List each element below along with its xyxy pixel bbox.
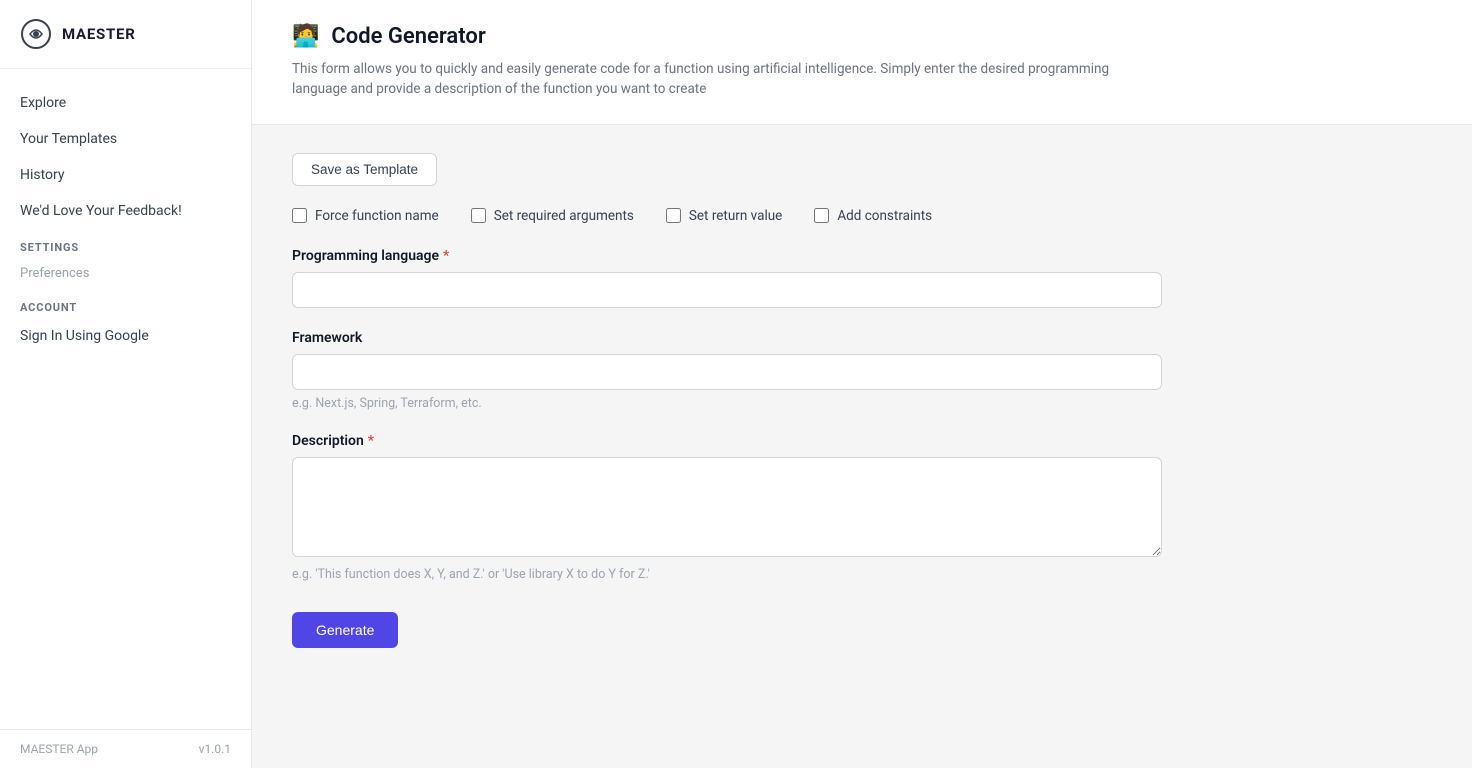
programming-language-label: Programming language *	[292, 248, 1432, 264]
page-header-title-row: 🧑‍💻 Code Generator	[292, 24, 1432, 49]
sidebar-item-history[interactable]: History	[0, 157, 251, 193]
programming-language-required-star: *	[443, 248, 449, 264]
page-description: This form allows you to quickly and easi…	[292, 59, 1162, 100]
checkbox-add-constraints-label: Add constraints	[837, 208, 932, 224]
page-body: Save as Template Force function name Set…	[252, 125, 1472, 676]
sidebar-item-your-templates[interactable]: Your Templates	[0, 121, 251, 157]
sidebar: MAESTER Explore Your Templates History W…	[0, 0, 252, 768]
sidebar-item-sign-in-google[interactable]: Sign In Using Google	[0, 318, 251, 354]
main-content: 🧑‍💻 Code Generator This form allows you …	[252, 0, 1472, 768]
checkbox-set-return-value-input[interactable]	[666, 208, 681, 223]
page-title: Code Generator	[331, 24, 485, 49]
save-template-button[interactable]: Save as Template	[292, 153, 437, 186]
sidebar-logo: MAESTER	[0, 0, 251, 69]
checkbox-force-function-name-label: Force function name	[315, 208, 439, 224]
footer-version: v1.0.1	[199, 742, 231, 756]
checkbox-force-function-name-input[interactable]	[292, 208, 307, 223]
header-emoji: 🧑‍💻	[292, 24, 319, 49]
framework-hint: e.g. Next.js, Spring, Terraform, etc.	[292, 396, 1432, 411]
description-textarea[interactable]	[292, 457, 1162, 557]
checkbox-add-constraints-input[interactable]	[814, 208, 829, 223]
checkbox-set-required-arguments[interactable]: Set required arguments	[471, 208, 634, 224]
checkbox-force-function-name[interactable]: Force function name	[292, 208, 439, 224]
maester-logo-icon	[20, 18, 52, 50]
sidebar-item-preferences[interactable]: Preferences	[0, 258, 251, 289]
page-header: 🧑‍💻 Code Generator This form allows you …	[252, 0, 1472, 125]
programming-language-input[interactable]	[292, 272, 1162, 308]
checkbox-set-required-arguments-label: Set required arguments	[494, 208, 634, 224]
checkbox-set-return-value-label: Set return value	[689, 208, 782, 224]
programming-language-field: Programming language *	[292, 248, 1432, 308]
description-label: Description *	[292, 433, 1432, 449]
description-hint: e.g. 'This function does X, Y, and Z.' o…	[292, 567, 1432, 582]
sidebar-item-feedback[interactable]: We'd Love Your Feedback!	[0, 193, 251, 229]
framework-input[interactable]	[292, 354, 1162, 390]
footer-app-name: MAESTER App	[20, 742, 98, 756]
description-field: Description * e.g. 'This function does X…	[292, 433, 1432, 582]
sidebar-navigation: Explore Your Templates History We'd Love…	[0, 69, 251, 729]
checkbox-set-required-arguments-input[interactable]	[471, 208, 486, 223]
sidebar-footer: MAESTER App v1.0.1	[0, 729, 251, 768]
options-checkboxes-row: Force function name Set required argumen…	[292, 208, 1432, 224]
checkbox-set-return-value[interactable]: Set return value	[666, 208, 782, 224]
sidebar-item-explore[interactable]: Explore	[0, 85, 251, 121]
description-required-star: *	[368, 433, 374, 449]
framework-field: Framework e.g. Next.js, Spring, Terrafor…	[292, 330, 1432, 411]
settings-section-label: SETTINGS	[0, 229, 251, 258]
checkbox-add-constraints[interactable]: Add constraints	[814, 208, 932, 224]
framework-label: Framework	[292, 330, 1432, 346]
account-section-label: ACCOUNT	[0, 289, 251, 318]
generate-button[interactable]: Generate	[292, 612, 398, 648]
sidebar-logo-text: MAESTER	[62, 25, 136, 43]
